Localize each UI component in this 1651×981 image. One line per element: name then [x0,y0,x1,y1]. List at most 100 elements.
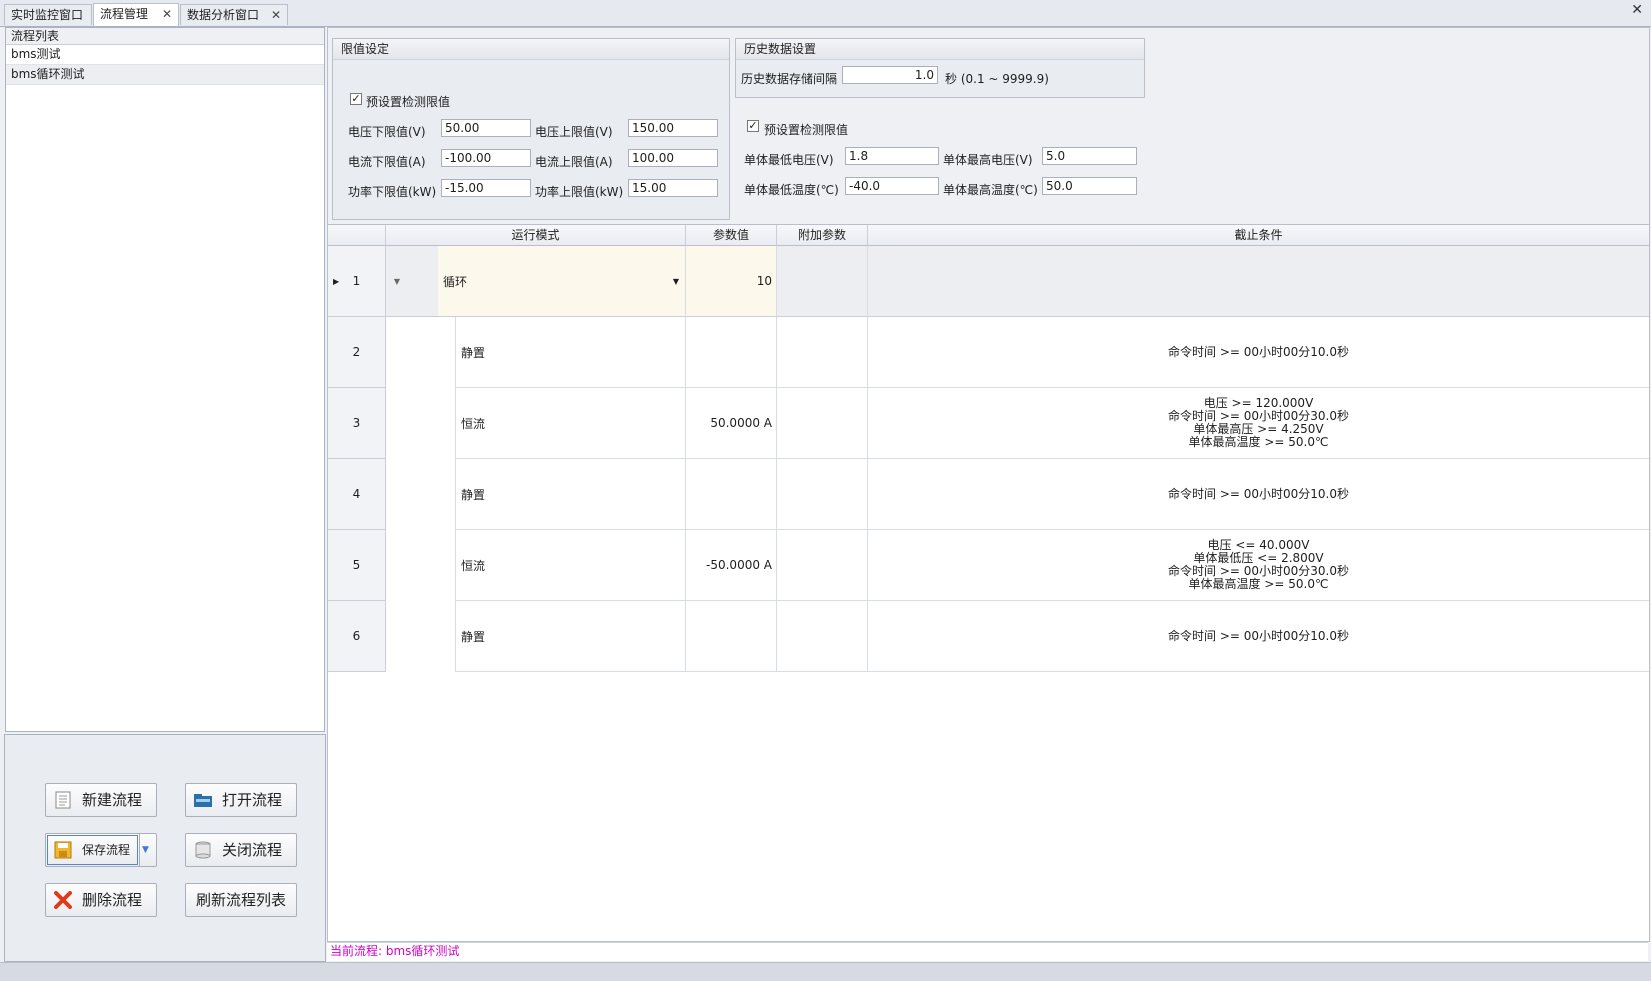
cell-preset-checkbox[interactable]: ✓ [747,120,759,132]
mode-cell[interactable]: 静置 [455,317,686,388]
chevron-down-icon[interactable]: ▼ [142,834,149,866]
footer-bar [0,962,1651,981]
current-high-field[interactable]: 100.00 [628,149,718,167]
condition-cell[interactable]: 电压 >= 120.000V 命令时间 >= 00小时00分30.0秒 单体最高… [868,388,1649,459]
extra-cell[interactable] [777,388,868,459]
process-list-item[interactable]: bms循环测试 [6,65,324,85]
save-process-button[interactable]: 保存流程 ▼ [45,833,157,867]
param-cell[interactable] [686,601,777,672]
button-label: 打开流程 [222,791,283,809]
param-cell[interactable] [686,459,777,530]
cell-min-temp-label: 单体最低温度(℃) [744,183,839,197]
chevron-down-icon[interactable]: ▼ [673,277,679,286]
document-icon [55,791,71,809]
mode-value: 循环 [443,274,468,289]
table-row-number[interactable]: 5 [328,530,386,601]
history-group: 历史数据设置 [735,38,1145,98]
open-process-button[interactable]: 打开流程 [185,783,297,817]
cell-max-temp-label: 单体最高温度(℃) [943,183,1038,197]
collapse-icon: ▼ [393,276,401,286]
extra-cell[interactable] [777,246,868,317]
cell-max-voltage-field[interactable]: 5.0 [1042,147,1137,165]
database-icon [195,841,211,859]
condition-line: 命令时间 >= 00小时00分10.0秒 [1168,628,1349,643]
status-value: bms循环测试 [385,944,460,958]
current-process-status: 当前流程: bms循环测试 [330,943,459,959]
grid-header-condition[interactable]: 截止条件 [868,225,1649,246]
button-label: 删除流程 [82,891,143,909]
voltage-high-label: 电压上限值(V) [535,125,613,139]
power-low-field[interactable]: -15.00 [441,179,531,197]
tab-label: 流程管理 [100,7,149,21]
limits-preset-checkbox[interactable]: ✓ [350,93,362,105]
condition-cell[interactable] [868,246,1649,317]
condition-cell[interactable]: 命令时间 >= 00小时00分10.0秒 [868,601,1649,672]
table-row-number[interactable]: 6 [328,601,386,672]
power-high-field[interactable]: 15.00 [628,179,718,197]
condition-line: 单体最高温度 >= 50.0℃ [1188,435,1329,449]
grid-header-mode[interactable]: 运行模式 [386,225,686,246]
close-icon[interactable]: ✕ [162,4,172,25]
group-collapse-toggle[interactable]: ▼ [386,246,438,317]
voltage-high-field[interactable]: 150.00 [628,119,718,137]
param-cell[interactable]: -50.0000 A [686,530,777,601]
param-cell[interactable] [686,317,777,388]
cell-min-voltage-field[interactable]: 1.8 [845,147,939,165]
extra-cell[interactable] [777,530,868,601]
status-bar [327,942,1648,961]
limits-preset-label: 预设置检测限值 [366,95,451,109]
tab-label: 数据分析窗口 [187,8,260,22]
cell-preset-label: 预设置检测限值 [764,123,849,137]
close-icon[interactable]: ✕ [271,5,281,26]
table-row-number[interactable]: 4 [328,459,386,530]
cell-min-voltage-label: 单体最低电压(V) [744,153,834,167]
table-row-number[interactable]: ▶ 1 [328,246,386,317]
table-row-number[interactable]: 3 [328,388,386,459]
condition-cell[interactable]: 命令时间 >= 00小时00分10.0秒 [868,317,1649,388]
refresh-process-list-button[interactable]: 刷新流程列表 [185,883,297,917]
mode-cell[interactable]: 静置 [455,601,686,672]
row-number: 1 [352,274,361,288]
tab-data-analysis[interactable]: 数据分析窗口 ✕ [180,4,288,25]
current-low-label: 电流下限值(A) [348,155,426,169]
status-label: 当前流程: [330,944,383,958]
delete-x-icon [54,891,72,909]
condition-line: 单体最高温度 >= 50.0℃ [1188,577,1329,591]
cell-max-temp-field[interactable]: 50.0 [1042,177,1137,195]
current-low-field[interactable]: -100.00 [441,149,531,167]
new-process-button[interactable]: 新建流程 [45,783,157,817]
history-interval-field[interactable]: 1.0 [842,66,938,84]
tab-process-management[interactable]: 流程管理 ✕ [93,3,179,26]
grid-header-extra[interactable]: 附加参数 [777,225,868,246]
extra-cell[interactable] [777,317,868,388]
cell-max-voltage-label: 单体最高电压(V) [943,153,1033,167]
window-close-icon[interactable]: ✕ [1631,2,1643,18]
voltage-low-field[interactable]: 50.00 [441,119,531,137]
condition-cell[interactable]: 命令时间 >= 00小时00分10.0秒 [868,459,1649,530]
button-label: 新建流程 [82,791,143,809]
tab-label: 实时监控窗口 [11,8,84,22]
table-row-number[interactable]: 2 [328,317,386,388]
close-process-button[interactable]: 关闭流程 [185,833,297,867]
param-cell[interactable]: 10 [686,246,777,317]
process-list-item[interactable]: bms测试 [6,45,324,65]
extra-cell[interactable] [777,601,868,672]
history-interval-label: 历史数据存储间隔 [741,72,838,86]
mode-cell[interactable]: 恒流 [455,388,686,459]
mode-dropdown[interactable]: 循环 ▼ [438,246,686,317]
process-list-header: 流程列表 [6,28,324,45]
current-high-label: 电流上限值(A) [535,155,613,169]
power-high-label: 功率上限值(kW) [535,185,624,199]
extra-cell[interactable] [777,459,868,530]
delete-process-button[interactable]: 删除流程 [45,883,157,917]
button-label: 刷新流程列表 [195,891,286,909]
param-cell[interactable]: 50.0000 A [686,388,777,459]
limits-group-title: 限值设定 [333,39,729,60]
tab-realtime-monitor[interactable]: 实时监控窗口 [4,4,92,25]
grid-header-corner [328,225,386,246]
condition-cell[interactable]: 电压 <= 40.000V 单体最低压 <= 2.800V 命令时间 >= 00… [868,530,1649,601]
cell-min-temp-field[interactable]: -40.0 [845,177,939,195]
grid-header-param[interactable]: 参数值 [686,225,777,246]
mode-cell[interactable]: 恒流 [455,530,686,601]
mode-cell[interactable]: 静置 [455,459,686,530]
